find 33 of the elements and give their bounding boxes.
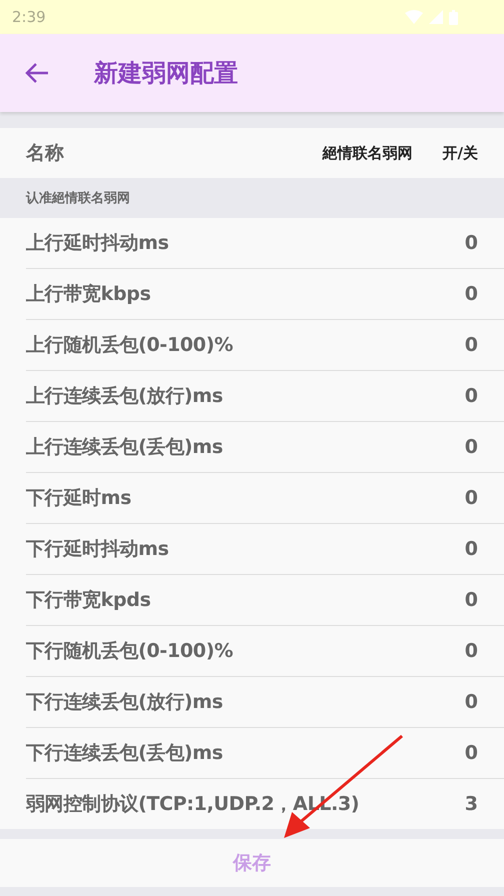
setting-label: 下行连续丢包(丢包)ms (26, 741, 224, 766)
setting-value: 0 (464, 232, 478, 254)
setting-label: 上行随机丢包(0-100)% (26, 333, 234, 358)
back-button[interactable] (24, 62, 50, 84)
wifi-icon (405, 10, 423, 24)
status-time: 2:39 (12, 8, 47, 26)
setting-label: 下行随机丢包(0-100)% (26, 639, 234, 664)
setting-value: 0 (464, 538, 478, 560)
setting-label: 上行连续丢包(放行)ms (26, 384, 224, 409)
setting-label: 上行延时抖动ms (26, 231, 170, 256)
setting-label: 下行带宽kpds (26, 588, 152, 613)
setting-value: 0 (464, 691, 478, 713)
column-header: 絕情联名弱网 (322, 144, 413, 162)
setting-value: 0 (464, 436, 478, 458)
setting-value: 0 (464, 487, 478, 509)
battery-icon (449, 10, 458, 24)
setting-value: 0 (464, 334, 478, 356)
setting-label: 下行延时抖动ms (26, 537, 170, 562)
setting-value: 0 (464, 589, 478, 611)
setting-value: 3 (464, 793, 478, 815)
setting-label: 下行延时ms (26, 486, 132, 511)
setting-label: 上行带宽kbps (26, 282, 152, 307)
column-header: 名称 (26, 141, 65, 166)
section-title: 认准絕情联名弱网 (26, 190, 130, 207)
setting-value: 0 (464, 742, 478, 764)
column-header: 开/关 (442, 144, 478, 162)
setting-value: 0 (464, 640, 478, 662)
setting-value: 0 (464, 283, 478, 305)
signal-icon (429, 10, 443, 24)
setting-label: 下行连续丢包(放行)ms (26, 690, 224, 715)
setting-value: 0 (464, 385, 478, 407)
page-title: 新建弱网配置 (94, 58, 238, 89)
setting-label: 上行连续丢包(丢包)ms (26, 435, 224, 460)
